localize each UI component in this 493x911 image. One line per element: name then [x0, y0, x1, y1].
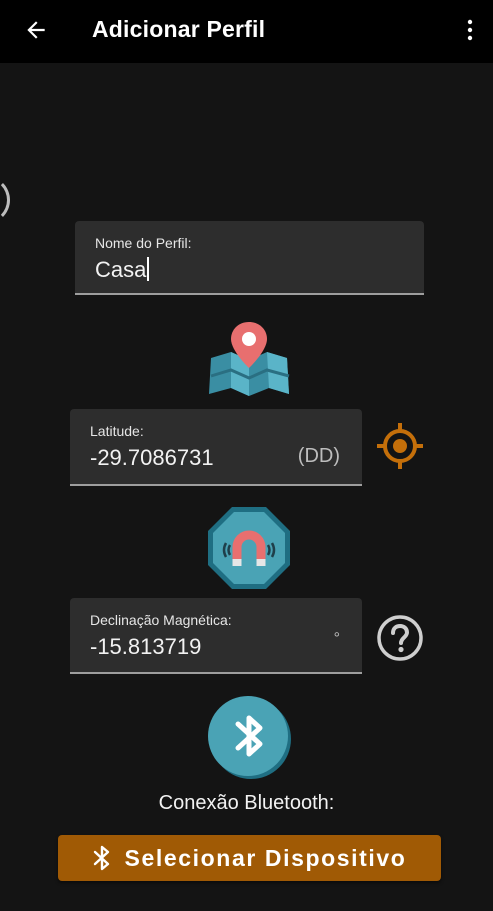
select-device-button[interactable]: Selecionar Dispositivo	[58, 835, 441, 881]
gps-location-button[interactable]	[374, 420, 426, 472]
latitude-field[interactable]: Latitude: -29.7086731 (DD)	[70, 409, 362, 486]
bluetooth-connection-label: Conexão Bluetooth:	[158, 792, 335, 814]
profile-name-field[interactable]: Nome do Perfil: Casa	[75, 221, 424, 295]
arrow-left-icon	[27, 21, 45, 39]
map-pin-icon	[205, 318, 293, 398]
select-device-label: Selecionar Dispositivo	[124, 844, 407, 871]
declination-suffix: °	[333, 630, 340, 647]
back-button[interactable]	[18, 12, 54, 48]
overflow-menu-button[interactable]	[456, 12, 484, 48]
help-circle-icon	[377, 615, 423, 661]
app-bar: Adicionar Perfil	[0, 0, 493, 63]
latitude-label: Latitude:	[90, 423, 144, 439]
magnet-icon	[206, 505, 292, 591]
declination-value: -15.813719	[90, 634, 202, 659]
bluetooth-icon	[206, 694, 292, 780]
bluetooth-icon	[93, 845, 109, 871]
gps-target-icon	[377, 423, 423, 469]
more-vertical-icon	[467, 19, 473, 41]
latitude-value: -29.7086731	[90, 445, 214, 470]
profile-name-label: Nome do Perfil:	[95, 235, 192, 251]
page-title: Adicionar Perfil	[92, 16, 266, 42]
text-cursor	[147, 257, 150, 281]
edge-scroll-indicator	[0, 176, 10, 224]
help-button[interactable]	[374, 612, 426, 664]
declination-label: Declinação Magnética:	[90, 612, 232, 628]
profile-name-value-wrap: Casa	[95, 257, 150, 283]
magnetic-declination-field[interactable]: Declinação Magnética: -15.813719 °	[70, 598, 362, 674]
profile-name-value: Casa	[95, 257, 147, 282]
latitude-suffix: (DD)	[297, 445, 340, 467]
